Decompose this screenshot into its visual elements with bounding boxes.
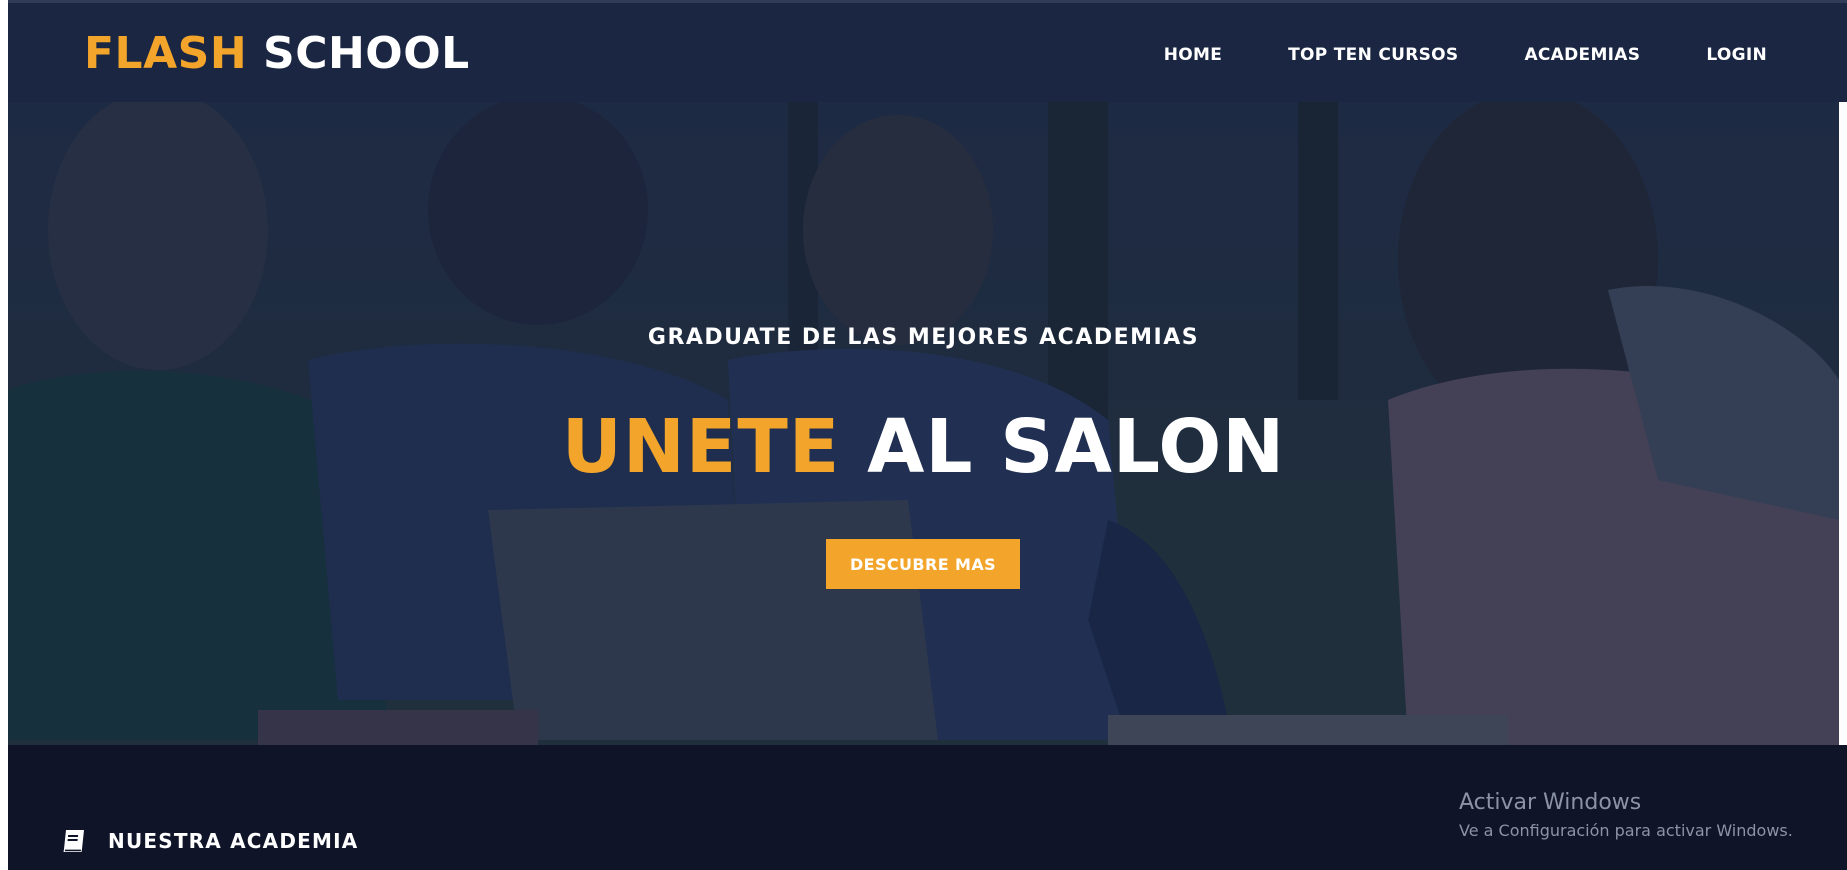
site-logo[interactable]: FLASH SCHOOL (84, 29, 470, 79)
page-edge (1839, 100, 1847, 745)
hero-subtitle: GRADUATE DE LAS MEJORES ACADEMIAS (647, 325, 1200, 350)
hero-title-rest: AL SALON (867, 404, 1286, 490)
watermark-subtitle: Ve a Configuración para activar Windows. (1459, 821, 1793, 840)
watermark-title: Activar Windows (1459, 790, 1642, 815)
logo-accent-text: FLASH (84, 28, 248, 79)
logo-text: SCHOOL (263, 28, 470, 79)
nav-link-login[interactable]: LOGIN (1706, 43, 1767, 67)
hero-banner: GRADUATE DE LAS MEJORES ACADEMIAS UNETE … (8, 100, 1839, 745)
nav-link-top-ten-cursos[interactable]: TOP TEN CURSOS (1288, 43, 1458, 67)
hero-title-accent: UNETE (561, 404, 841, 490)
activation-watermark: Activar Windows Ve a Configuración para … (1459, 789, 1793, 843)
page: FLASH SCHOOL HOME TOP TEN CURSOS ACADEMI… (0, 0, 1847, 870)
book-icon (63, 830, 84, 852)
nav-link-home[interactable]: HOME (1164, 43, 1222, 67)
section-heading: NUESTRA ACADEMIA (60, 827, 358, 855)
top-navbar: FLASH SCHOOL HOME TOP TEN CURSOS ACADEMI… (8, 0, 1847, 102)
nav-link-academias[interactable]: ACADEMIAS (1524, 43, 1640, 67)
hero-title: UNETE AL SALON (8, 402, 1839, 492)
main-nav: HOME TOP TEN CURSOS ACADEMIAS LOGIN (1098, 43, 1767, 67)
descubre-mas-button[interactable]: DESCUBRE MAS (826, 539, 1020, 589)
section-title: NUESTRA ACADEMIA (108, 829, 359, 853)
